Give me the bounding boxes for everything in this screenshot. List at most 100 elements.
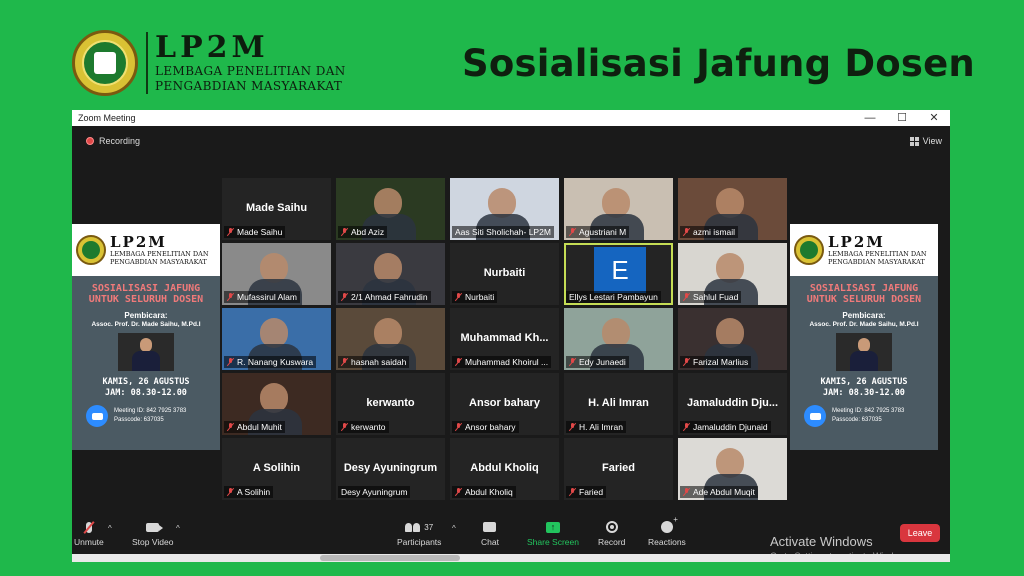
reactions-button[interactable]: Reactions — [648, 515, 686, 547]
record-button[interactable]: Record — [598, 520, 625, 547]
share-screen-button[interactable]: ↑ Share Screen — [527, 520, 579, 547]
poster-seal-icon — [794, 235, 824, 265]
participant-tile[interactable]: A Solihin A Solihin — [222, 438, 331, 500]
participant-name: Jamaluddin Djunaid — [693, 422, 768, 432]
participant-display-name: Muhammad Kh... — [460, 332, 549, 344]
participant-tile[interactable]: Mufassirul Alam — [222, 243, 331, 305]
share-screen-icon: ↑ — [545, 521, 560, 533]
participant-grid: Made Saihu Made Saihu Abd Aziz Aas Siti Sho… — [222, 178, 788, 504]
leave-button[interactable]: Leave — [900, 524, 940, 542]
mic-muted-icon — [569, 228, 576, 236]
participant-tile[interactable]: hasnah saidah — [336, 308, 445, 370]
participant-name-tag: Abdul Kholiq — [452, 486, 516, 498]
poster-lp2m: LP2M — [828, 233, 885, 251]
mic-muted-icon — [455, 488, 462, 496]
participant-name-tag: Ansor bahary — [452, 421, 519, 433]
participant-tile[interactable]: azmi ismail — [678, 178, 787, 240]
participant-name-tag: kerwanto — [338, 421, 389, 433]
recording-icon — [86, 137, 94, 145]
participant-tile[interactable]: Farizal Marlius — [678, 308, 787, 370]
participant-name: Desy Ayuningrum — [341, 487, 408, 497]
participant-tile[interactable]: kerwanto kerwanto — [336, 373, 445, 435]
participant-display-name: A Solihin — [252, 462, 301, 474]
reactions-icon — [660, 515, 678, 533]
participant-tile[interactable]: Aas Siti Sholichah- LP2M — [450, 178, 559, 240]
participant-tile[interactable]: Muhammad Kh... Muhammad Khoirul ... — [450, 308, 559, 370]
mic-muted-icon — [341, 423, 348, 431]
participant-tile[interactable]: Agustriani M — [564, 178, 673, 240]
poster-headline-1: SOSIALISASI JAFUNG — [91, 283, 201, 294]
poster-lp2m: LP2M — [110, 233, 167, 251]
participant-name: kerwanto — [351, 422, 386, 432]
video-options-caret[interactable]: ^ — [176, 524, 180, 533]
participant-name: Ellys Lestari Pambayun — [569, 292, 658, 302]
participant-name: R. Nanang Kuswara — [237, 357, 314, 367]
participant-tile[interactable]: Nurbaiti Nurbaiti — [450, 243, 559, 305]
watermark-line-1: Activate Windows — [770, 534, 873, 549]
participant-tile[interactable]: Ansor bahary Ansor bahary — [450, 373, 559, 435]
participants-options-caret[interactable]: ^ — [452, 524, 456, 533]
participant-name-tag: R. Nanang Kuswara — [224, 356, 317, 368]
participant-tile[interactable]: Desy Ayuningrum Desy Ayuningrum — [336, 438, 445, 500]
participant-tile[interactable]: Abd Aziz — [336, 178, 445, 240]
audio-options-caret[interactable]: ^ — [108, 524, 112, 533]
participant-name-tag: Jamaluddin Djunaid — [680, 421, 771, 433]
maximize-button[interactable]: ☐ — [886, 110, 918, 126]
participant-tile[interactable]: H. Ali Imran H. Ali Imran — [564, 373, 673, 435]
participant-tile[interactable]: Ade Abdul Muqit — [678, 438, 787, 500]
brand-org-line1: LEMBAGA PENELITIAN DAN — [155, 64, 346, 78]
meeting-topbar: Recording View — [72, 126, 950, 156]
poster-date: KAMIS, 26 AGUSTUS — [102, 377, 190, 387]
participant-name-tag: Farizal Marlius — [680, 356, 752, 368]
horizontal-scrollbar[interactable] — [72, 554, 950, 562]
minimize-button[interactable]: — — [854, 110, 886, 126]
participant-tile[interactable]: E Ellys Lestari Pambayun — [564, 243, 673, 305]
mic-muted-icon — [455, 358, 462, 366]
participant-tile[interactable]: 2/1 Ahmad Fahrudin — [336, 243, 445, 305]
chat-button[interactable]: Chat — [481, 520, 499, 547]
stop-video-button[interactable]: Stop Video — [132, 520, 173, 547]
poster-headline-2: UNTUK SELURUH DOSEN — [88, 294, 204, 305]
page-title: Sosialisasi Jafung Dosen — [462, 42, 975, 85]
close-button[interactable]: ✕ — [918, 110, 950, 126]
poster-headline-2: UNTUK SELURUH DOSEN — [806, 294, 922, 305]
participant-tile[interactable]: Abdul Kholiq Abdul Kholiq — [450, 438, 559, 500]
participant-avatar: E — [594, 247, 646, 293]
participant-name: hasnah saidah — [351, 357, 407, 367]
participant-name: A Solihin — [237, 487, 271, 497]
poster-speaker: Assoc. Prof. Dr. Made Saihu, M.Pd.I — [809, 321, 919, 328]
participant-name-tag: 2/1 Ahmad Fahrudin — [338, 291, 431, 303]
poster-time: JAM: 08.30-12.00 — [823, 388, 905, 398]
participant-name: Edy Junaedi — [579, 357, 626, 367]
participant-name-tag: Desy Ayuningrum — [338, 486, 411, 498]
institution-seal-icon — [72, 30, 138, 96]
participant-name-tag: Muhammad Khoirul ... — [452, 356, 552, 368]
participant-tile[interactable]: Made Saihu Made Saihu — [222, 178, 331, 240]
unmute-button[interactable]: Unmute — [74, 520, 104, 547]
poster-org-line1: LEMBAGA PENELITIAN DAN — [110, 250, 209, 258]
poster-meeting-id: Meeting ID: 842 7925 3783 — [114, 408, 187, 414]
participant-name-tag: Abdul Muhit — [224, 421, 285, 433]
view-button[interactable]: View — [909, 136, 942, 146]
poster-speaker-photo — [836, 333, 892, 371]
grid-view-icon — [909, 136, 919, 146]
recording-label: Recording — [99, 136, 141, 146]
poster-passcode: Passcode: 637035 — [114, 417, 164, 423]
mic-muted-icon — [683, 423, 690, 431]
reactions-label: Reactions — [648, 537, 686, 547]
participant-tile[interactable]: Abdul Muhit — [222, 373, 331, 435]
recording-indicator[interactable]: Recording — [86, 136, 140, 146]
participants-label: Participants — [397, 537, 442, 547]
participant-tile[interactable]: Sahlul Fuad — [678, 243, 787, 305]
participant-tile[interactable]: Edy Junaedi — [564, 308, 673, 370]
participants-button[interactable]: 37 Participants — [397, 520, 441, 547]
camera-icon — [146, 522, 164, 532]
participant-name-tag: Faried — [566, 486, 607, 498]
mic-muted-icon — [683, 293, 690, 301]
mic-muted-icon — [569, 488, 576, 496]
participant-tile[interactable]: Faried Faried — [564, 438, 673, 500]
participant-name: Nurbaiti — [465, 292, 495, 302]
participant-display-name: Jamaluddin Dju... — [686, 397, 779, 409]
participant-tile[interactable]: Jamaluddin Dju... Jamaluddin Djunaid — [678, 373, 787, 435]
participant-tile[interactable]: R. Nanang Kuswara — [222, 308, 331, 370]
